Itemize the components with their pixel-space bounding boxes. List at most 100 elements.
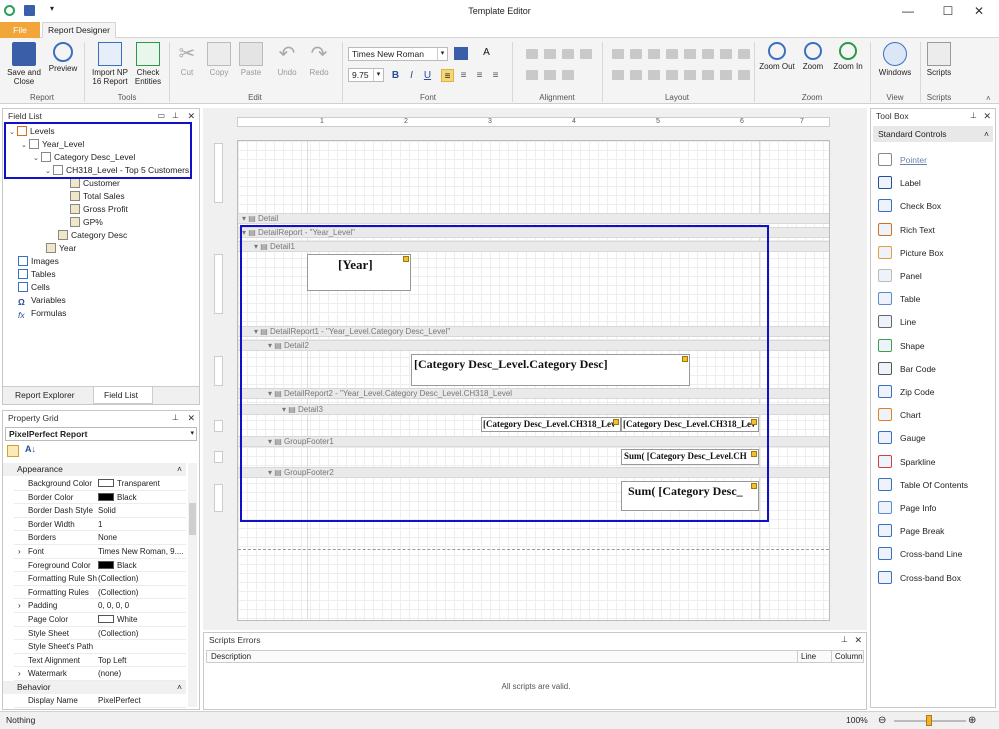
property-row[interactable]: › Watermark (none) bbox=[14, 667, 186, 681]
property-scrollbar[interactable] bbox=[188, 463, 197, 707]
layout-icon-7[interactable] bbox=[720, 49, 732, 59]
property-row[interactable]: Style Sheet's Path bbox=[14, 640, 186, 654]
zoom-in-small-icon[interactable]: ⊕ bbox=[968, 712, 976, 729]
import-np-button[interactable]: Import NP 16 Report bbox=[88, 42, 132, 86]
scripts-button[interactable]: Scripts bbox=[922, 42, 956, 77]
save-and-close-button[interactable]: Save and Close bbox=[4, 42, 44, 86]
property-row[interactable]: Border Color Black bbox=[14, 491, 186, 505]
justify-icon[interactable]: ≡ bbox=[489, 69, 502, 82]
layout-icon-3[interactable] bbox=[648, 49, 660, 59]
pin-icon[interactable]: ⊥ bbox=[172, 411, 179, 425]
toolbox-item-sparkline[interactable]: Sparkline bbox=[878, 452, 935, 472]
toolbox-item-page-break[interactable]: Page Break bbox=[878, 521, 944, 541]
layout-icon-9[interactable] bbox=[612, 70, 624, 80]
sort-alpha-icon[interactable]: A↓ bbox=[25, 444, 36, 454]
italic-icon[interactable]: I bbox=[405, 69, 418, 82]
close-icon[interactable]: ✕ bbox=[187, 109, 195, 123]
minimize-button[interactable]: — bbox=[888, 0, 928, 22]
expand-icon[interactable]: › bbox=[18, 545, 21, 559]
underline-icon[interactable]: U bbox=[421, 69, 434, 82]
toolbox-item-table-of-contents[interactable]: Table Of Contents bbox=[878, 475, 968, 495]
toolbox-item-table[interactable]: Table bbox=[878, 289, 920, 309]
toolbox-item-page-info[interactable]: Page Info bbox=[878, 498, 936, 518]
align-lefts-icon[interactable] bbox=[526, 49, 538, 59]
check-entities-button[interactable]: Check Entities bbox=[132, 42, 164, 86]
layout-icon-14[interactable] bbox=[702, 70, 714, 80]
toolbox-item-rich-text[interactable]: Rich Text bbox=[878, 220, 935, 240]
band-detail[interactable]: ▾ ▤ Detail bbox=[238, 213, 829, 224]
column-description[interactable]: Description bbox=[211, 651, 251, 662]
tree-node-formulas[interactable]: fx Formulas bbox=[18, 307, 66, 320]
bold-icon[interactable]: B bbox=[389, 69, 402, 82]
toolbox-item-shape[interactable]: Shape bbox=[878, 336, 925, 356]
toolbox-item-chart[interactable]: Chart bbox=[878, 405, 921, 425]
zoom-in-button[interactable]: Zoom In bbox=[830, 42, 866, 71]
toolbox-item-panel[interactable]: Panel bbox=[878, 266, 922, 286]
object-selector[interactable]: PixelPerfect Report ▾ bbox=[5, 427, 197, 441]
tree-node-tables[interactable]: Tables bbox=[18, 268, 56, 281]
category-behavior[interactable]: Behavior ˄ bbox=[3, 681, 186, 694]
pin-icon[interactable]: ⊥ bbox=[970, 109, 977, 123]
redo-button[interactable]: ↷ Redo bbox=[304, 42, 334, 77]
layout-icon-13[interactable] bbox=[684, 70, 696, 80]
font-name-combo[interactable]: Times New Roman ▾ bbox=[348, 47, 448, 61]
pin-icon[interactable]: ⊥ bbox=[172, 109, 179, 123]
undo-button[interactable]: ↶ Undo bbox=[272, 42, 302, 77]
layout-icon-15[interactable] bbox=[720, 70, 732, 80]
categorized-icon[interactable] bbox=[7, 445, 19, 457]
property-row[interactable]: Foreground Color Black bbox=[14, 559, 186, 573]
property-row[interactable]: Formatting Rule Sh (Collection) bbox=[14, 572, 186, 586]
column-line[interactable]: Line bbox=[797, 651, 816, 662]
chevron-down-icon[interactable]: ▾ bbox=[437, 48, 447, 60]
align-centers-icon[interactable] bbox=[544, 49, 556, 59]
align-bottoms-icon[interactable] bbox=[544, 70, 556, 80]
layout-icon-2[interactable] bbox=[630, 49, 642, 59]
property-row[interactable]: Border Width 1 bbox=[14, 518, 186, 532]
align-grid-icon[interactable] bbox=[562, 70, 574, 80]
align-center-icon[interactable]: ≡ bbox=[457, 69, 470, 82]
align-middles-icon[interactable] bbox=[526, 70, 538, 80]
zoom-out-button[interactable]: Zoom Out bbox=[758, 42, 796, 71]
toolbox-item-zip-code[interactable]: Zip Code bbox=[878, 382, 935, 402]
layout-icon-10[interactable] bbox=[630, 70, 642, 80]
collapse-ribbon-icon[interactable]: ˄ bbox=[986, 94, 991, 103]
preview-button[interactable]: Preview bbox=[46, 42, 80, 73]
toolbox-item-line[interactable]: Line bbox=[878, 312, 916, 332]
font-color-icon[interactable]: A bbox=[480, 46, 493, 59]
zoom-out-small-icon[interactable]: ⊖ bbox=[878, 712, 886, 729]
tree-node-category-desc[interactable]: Category Desc bbox=[58, 229, 127, 242]
highlight-color-icon[interactable] bbox=[454, 47, 468, 60]
toolbox-item-check-box[interactable]: Check Box bbox=[878, 196, 941, 216]
tree-node-gp-percent[interactable]: GP% bbox=[70, 216, 103, 229]
property-row[interactable]: Borders None bbox=[14, 531, 186, 545]
property-row[interactable]: Page Color White bbox=[14, 613, 186, 627]
toolbox-item-label[interactable]: Label bbox=[878, 173, 921, 193]
tree-node-year[interactable]: Year bbox=[46, 242, 76, 255]
toolbox-item-gauge[interactable]: Gauge bbox=[878, 428, 926, 448]
tree-node-total-sales[interactable]: Total Sales bbox=[70, 190, 125, 203]
toolbox-item-cross-band-line[interactable]: Cross-band Line bbox=[878, 544, 962, 564]
layout-icon-6[interactable] bbox=[702, 49, 714, 59]
font-size-combo[interactable]: 9.75 ▾ bbox=[348, 68, 384, 82]
tree-node-variables[interactable]: Ω Variables bbox=[18, 294, 66, 307]
category-appearance[interactable]: Appearance ˄ bbox=[3, 463, 186, 476]
expand-icon[interactable]: › bbox=[18, 599, 21, 613]
toolbox-item-picture-box[interactable]: Picture Box bbox=[878, 243, 943, 263]
paste-button[interactable]: Paste bbox=[236, 42, 266, 77]
align-right-icon[interactable]: ≡ bbox=[473, 69, 486, 82]
tab-file[interactable]: File bbox=[0, 22, 40, 38]
close-icon[interactable]: ✕ bbox=[854, 633, 862, 647]
panel-menu-icon[interactable]: ▭ bbox=[157, 109, 165, 123]
tab-report-designer[interactable]: Report Designer bbox=[42, 22, 116, 39]
layout-icon-16[interactable] bbox=[738, 70, 750, 80]
property-row[interactable]: Text Alignment Top Left bbox=[14, 654, 186, 668]
property-row[interactable]: › Font Times New Roman, 9.... bbox=[14, 545, 186, 559]
close-icon[interactable]: ✕ bbox=[983, 109, 991, 123]
tree-node-images[interactable]: Images bbox=[18, 255, 59, 268]
layout-icon-11[interactable] bbox=[648, 70, 660, 80]
layout-icon-1[interactable] bbox=[612, 49, 624, 59]
align-rights-icon[interactable] bbox=[562, 49, 574, 59]
close-icon[interactable]: ✕ bbox=[187, 411, 195, 425]
expand-icon[interactable]: › bbox=[18, 667, 21, 681]
pin-icon[interactable]: ⊥ bbox=[841, 633, 848, 647]
